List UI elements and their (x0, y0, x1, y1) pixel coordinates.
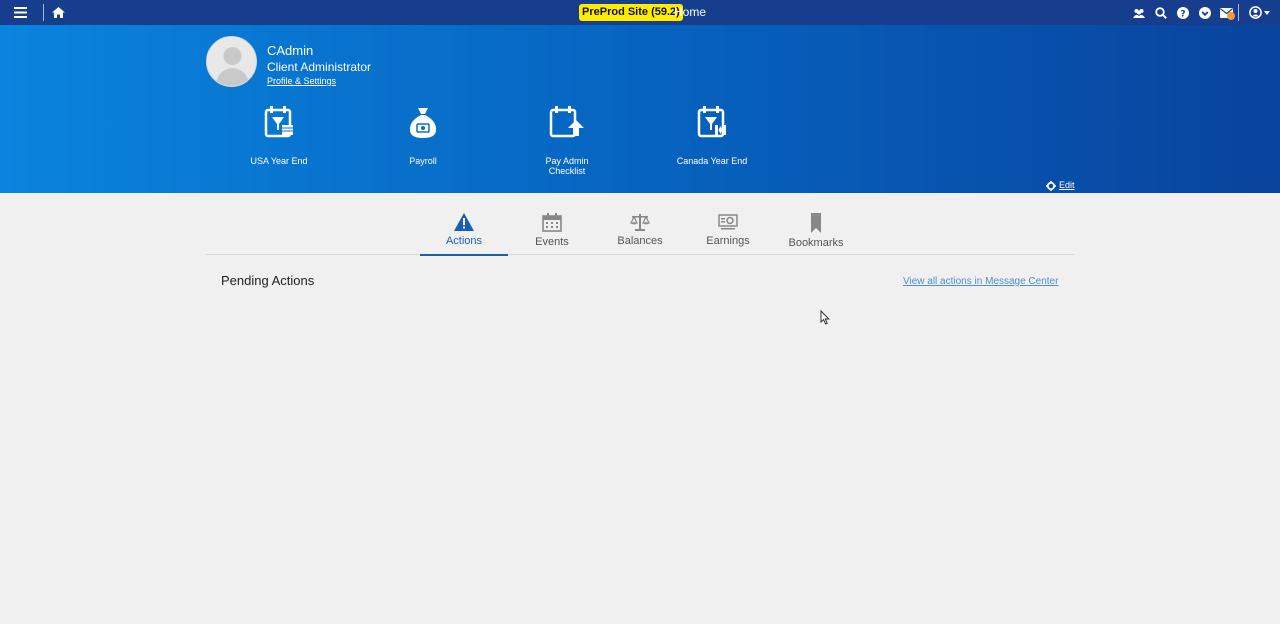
gear-icon (1046, 180, 1056, 191)
edit-quick-links-button[interactable]: Edit (1046, 180, 1075, 191)
user-role: Client Administrator (267, 60, 372, 74)
tab-balances[interactable]: Balances (596, 206, 684, 255)
tab-bookmarks[interactable]: Bookmarks (772, 206, 860, 255)
profile-header: CAdmin Client Administrator Profile & Se… (0, 25, 1280, 193)
calendar-flag-usa-icon (264, 106, 293, 138)
team-icon[interactable] (1131, 0, 1146, 25)
user-name: CAdmin (267, 43, 314, 58)
tab-label: Events (535, 236, 569, 248)
quick-link-label: Canada Year End (676, 156, 748, 166)
calendar-flag-canada-icon (697, 106, 726, 138)
quick-link-label: Pay Admin Checklist (545, 156, 589, 176)
help-icon[interactable]: ? (1175, 0, 1190, 25)
user-menu[interactable] (1246, 0, 1272, 25)
toolbar-divider (1238, 4, 1239, 21)
profile-settings-link[interactable]: Profile & Settings (267, 76, 336, 87)
message-center-link[interactable]: View all actions in Message Center (903, 276, 1058, 288)
bookmark-icon (811, 213, 821, 233)
tab-earnings[interactable]: Earnings (684, 206, 772, 255)
quick-link-label: Payroll (409, 156, 437, 166)
toolbar-divider (43, 4, 44, 21)
scale-icon (630, 214, 650, 231)
mouse-cursor-icon (820, 310, 830, 325)
tab-label: Bookmarks (788, 237, 844, 249)
check-icon[interactable] (1197, 0, 1212, 25)
tab-label: Actions (445, 235, 483, 247)
menu-icon[interactable] (10, 0, 30, 25)
quick-link-payroll[interactable]: Payroll (368, 105, 478, 166)
pending-actions-title: Pending Actions (221, 273, 315, 288)
avatar[interactable] (206, 36, 257, 87)
calendar-icon (542, 213, 562, 232)
warning-icon (454, 213, 474, 231)
svg-text:?: ? (1180, 9, 1185, 19)
tab-label: Earnings (706, 235, 750, 247)
edit-label: Edit (1059, 180, 1075, 190)
search-icon[interactable] (1153, 0, 1168, 25)
user-icon (1248, 6, 1262, 19)
caret-down-icon (1263, 10, 1270, 15)
quick-link-canada-year-end[interactable]: Canada Year End (657, 105, 767, 166)
environment-badge: PreProd Site (59.2) (579, 4, 683, 21)
notification-badge (1227, 12, 1235, 20)
money-bag-icon (409, 108, 437, 138)
quick-link-usa-year-end[interactable]: USA Year End (224, 105, 334, 166)
dashboard-tabs: Actions Events Balances Earnings Bookmar… (206, 206, 1074, 256)
tab-events[interactable]: Events (508, 206, 596, 255)
quick-link-pay-admin-checklist[interactable]: Pay Admin Checklist (512, 105, 622, 176)
tab-actions[interactable]: Actions (420, 206, 508, 256)
top-navigation-bar: PreProd Site (59.2) Home ? (0, 0, 1280, 25)
mail-icon[interactable] (1217, 0, 1235, 25)
money-icon (718, 214, 738, 230)
quick-link-label: USA Year End (250, 156, 308, 166)
tab-label: Balances (617, 235, 663, 247)
calendar-upload-icon (549, 106, 584, 138)
home-icon[interactable] (50, 0, 66, 25)
page-title: Home (674, 5, 707, 19)
